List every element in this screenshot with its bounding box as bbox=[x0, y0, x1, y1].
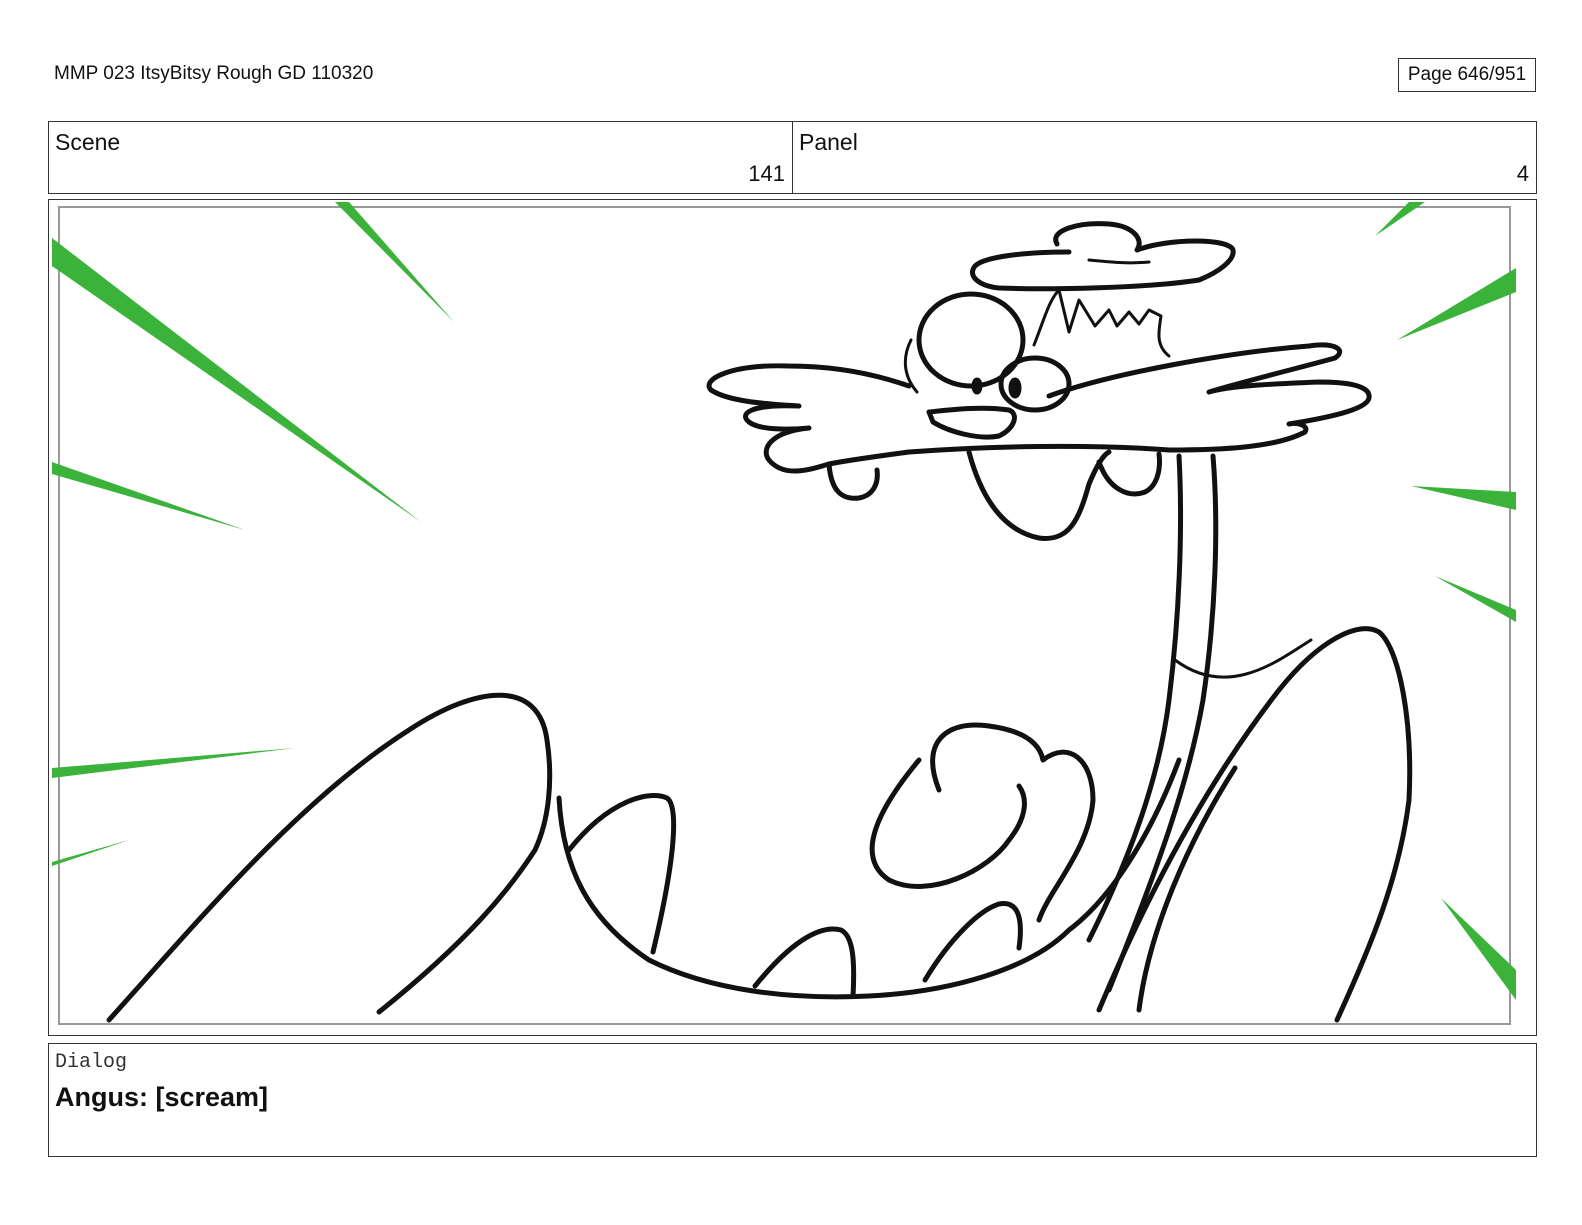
tongue-curl-inner bbox=[869, 757, 1027, 889]
jaw-middle bbox=[966, 449, 1112, 541]
pupil-right bbox=[971, 377, 983, 395]
storyboard-drawing bbox=[52, 202, 1516, 1025]
scene-cell: Scene 141 bbox=[49, 122, 792, 193]
beak bbox=[926, 405, 1017, 440]
scene-panel-info-row: Scene 141 Panel 4 bbox=[48, 121, 1537, 194]
speed-line bbox=[52, 840, 129, 866]
safe-area-frame bbox=[58, 206, 1511, 1025]
speed-lines bbox=[52, 202, 1516, 1000]
dialog-label: Dialog bbox=[55, 1051, 128, 1074]
tooth-loop-1 bbox=[566, 793, 677, 955]
document-title: MMP 023 ItsyBitsy Rough GD 110320 bbox=[54, 63, 374, 84]
speed-line bbox=[1435, 576, 1516, 622]
crown-hair bbox=[1032, 288, 1171, 358]
dialog-box: Dialog Angus: [scream] bbox=[48, 1043, 1537, 1157]
speed-line bbox=[1397, 268, 1516, 340]
character-drawing bbox=[106, 221, 1413, 1023]
tooth-loop-2 bbox=[752, 926, 857, 999]
tooth-left bbox=[826, 461, 880, 501]
speed-line bbox=[52, 462, 245, 530]
scene-label: Scene bbox=[55, 129, 121, 155]
panel-cell: Panel 4 bbox=[792, 122, 1536, 193]
speed-line bbox=[52, 238, 421, 522]
speed-line bbox=[335, 202, 454, 322]
speed-line bbox=[1441, 898, 1516, 1000]
speed-line bbox=[52, 748, 295, 778]
speed-line bbox=[1411, 486, 1516, 510]
right-tentacle bbox=[1096, 626, 1413, 1023]
scene-number: 141 bbox=[748, 161, 785, 186]
dialog-text: Angus: [scream] bbox=[55, 1082, 269, 1112]
hat-crease bbox=[1087, 258, 1151, 265]
page-number-box: Page 646/951 bbox=[1398, 58, 1536, 92]
panel-number: 4 bbox=[1516, 161, 1529, 186]
panel-label: Panel bbox=[799, 129, 858, 155]
hat-outline bbox=[970, 221, 1236, 292]
storyboard-panel bbox=[48, 199, 1537, 1036]
tooth-right bbox=[1096, 451, 1162, 497]
curled-tongue bbox=[930, 722, 1096, 923]
tentacle-tip-line bbox=[1173, 638, 1313, 679]
left-tentacle bbox=[106, 692, 553, 1023]
pupil-left bbox=[1008, 377, 1022, 399]
